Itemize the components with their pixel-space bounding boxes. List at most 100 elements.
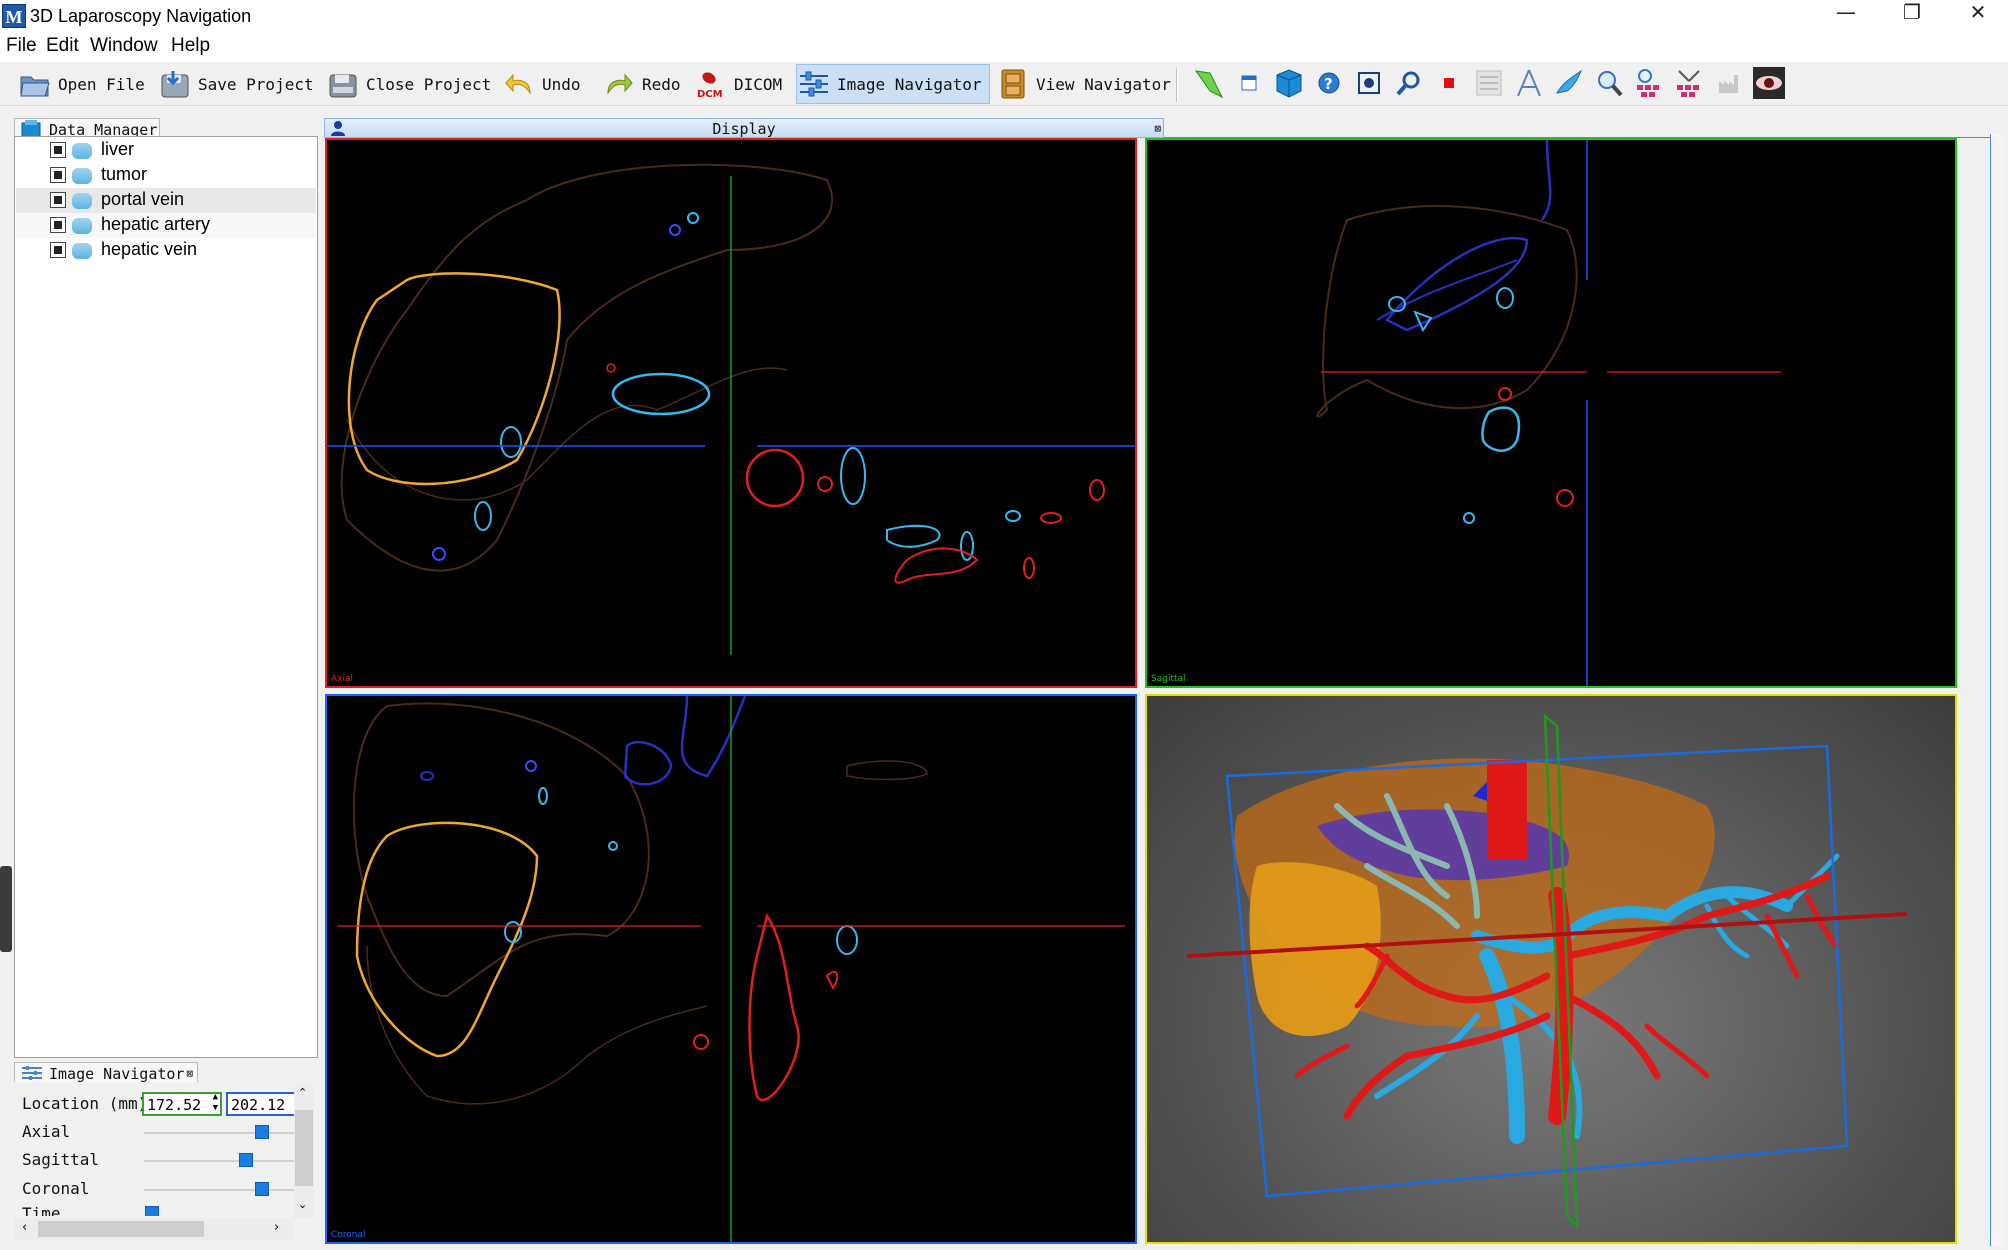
help-icon[interactable]: ? xyxy=(1312,66,1346,100)
redo-label: Redo xyxy=(642,74,681,94)
svg-text:DCM: DCM xyxy=(697,89,723,99)
film-camera-icon[interactable] xyxy=(1352,66,1386,100)
visibility-checkbox[interactable] xyxy=(50,167,66,183)
grid-tools-icon[interactable] xyxy=(1672,66,1706,100)
tree-item-label: tumor xyxy=(101,164,148,184)
hscroll-thumb[interactable] xyxy=(38,1221,204,1237)
image-navigator-button[interactable]: Image Navigator xyxy=(796,64,990,104)
tree-item-portal-vein[interactable]: portal vein xyxy=(16,188,316,213)
coronal-slider-track[interactable] xyxy=(144,1189,304,1191)
vertical-scrollbar[interactable]: ⌃ ⌄ xyxy=(294,1084,314,1218)
logging-icon[interactable] xyxy=(1472,66,1506,100)
menu-help[interactable]: Help xyxy=(171,35,210,57)
visibility-checkbox[interactable] xyxy=(50,192,66,208)
scroll-up-icon[interactable]: ⌃ xyxy=(298,1086,307,1099)
horizontal-scrollbar[interactable]: ‹ › xyxy=(14,1218,294,1240)
app-logo-icon: M xyxy=(2,4,26,28)
data-tree: liver tumor portal vein hepatic artery h… xyxy=(14,136,318,1058)
view-navigator-button[interactable]: View Navigator xyxy=(996,64,1171,104)
close-project-button[interactable]: Close Project xyxy=(326,64,491,104)
redo-button[interactable]: Redo xyxy=(602,64,681,104)
scrollbar-thumb[interactable] xyxy=(295,1110,313,1186)
tree-item-hepatic-artery[interactable]: hepatic artery xyxy=(16,213,316,238)
display-title-bar: Display ⊠ xyxy=(324,118,1164,138)
svg-text:?: ? xyxy=(1324,75,1333,93)
tree-item-liver[interactable]: liver xyxy=(16,138,316,163)
tree-item-label: portal vein xyxy=(101,189,185,209)
axial-slider-track[interactable] xyxy=(144,1132,304,1134)
restore-button[interactable]: ❐ xyxy=(1880,0,1944,32)
scroll-left-icon[interactable]: ‹ xyxy=(22,1220,27,1235)
mesh-node-icon xyxy=(72,218,92,234)
undo-button[interactable]: Undo xyxy=(502,64,581,104)
visibility-checkbox[interactable] xyxy=(50,242,66,258)
save-project-label: Save Project xyxy=(198,74,314,94)
bird-tool-icon[interactable] xyxy=(1552,66,1586,100)
data-manager-tab[interactable]: Data Manager xyxy=(14,118,160,139)
tree-item-label: liver xyxy=(101,139,135,159)
close-button[interactable]: ✕ xyxy=(1946,0,2008,32)
scroll-right-icon[interactable]: › xyxy=(274,1220,279,1235)
image-navigator-tab[interactable]: Image Navigator ⊠ xyxy=(14,1062,198,1085)
magnifier-icon[interactable] xyxy=(1592,66,1626,100)
menu-window[interactable]: Window xyxy=(90,35,158,57)
sagittal-view[interactable]: Sagittal xyxy=(1145,138,1957,688)
mesh-node-icon xyxy=(72,243,92,259)
tree-item-tumor[interactable]: tumor xyxy=(16,163,316,188)
open-file-label: Open File xyxy=(58,74,145,94)
title-bar: M 3D Laparoscopy Navigation — ❐ ✕ xyxy=(0,0,2008,32)
mesh-node-icon xyxy=(72,143,92,159)
tree-item-hepatic-vein[interactable]: hepatic vein xyxy=(16,238,316,263)
display-title: Display xyxy=(712,120,776,138)
menu-file[interactable]: File xyxy=(6,35,37,57)
location-x-input[interactable]: 172.52 ▲ ▼ xyxy=(142,1092,222,1116)
time-row-clip: Time xyxy=(14,1204,304,1216)
menu-edit[interactable]: Edit xyxy=(46,35,79,57)
time-label: Time xyxy=(22,1204,61,1216)
zoom-icon[interactable] xyxy=(1392,66,1426,100)
factory-icon[interactable] xyxy=(1712,66,1746,100)
open-file-button[interactable]: Open File xyxy=(18,64,145,104)
coronal-label: Coronal xyxy=(22,1179,90,1198)
sagittal-slider-thumb[interactable] xyxy=(239,1153,254,1167)
stop-icon[interactable] xyxy=(1432,66,1466,100)
axial-view[interactable]: Axial xyxy=(325,138,1137,688)
close-tab-icon[interactable]: ⊠ xyxy=(1154,119,1161,139)
save-project-button[interactable]: Save Project xyxy=(158,64,314,104)
cabinet-icon xyxy=(996,67,1030,101)
coronal-view[interactable]: Coronal xyxy=(325,694,1137,1244)
axial-view-label: Axial xyxy=(331,674,353,684)
view-navigator-label: View Navigator xyxy=(1036,74,1171,94)
volume-cube-icon[interactable] xyxy=(1272,66,1306,100)
dicom-button[interactable]: DCM DICOM xyxy=(694,64,782,104)
visibility-checkbox[interactable] xyxy=(50,142,66,158)
measure-angle-icon[interactable] xyxy=(1512,66,1546,100)
redo-arrow-icon xyxy=(602,67,636,101)
grid-zoom-icon[interactable] xyxy=(1632,66,1666,100)
sagittal-view-label: Sagittal xyxy=(1151,674,1186,684)
mesh-node-icon xyxy=(72,193,92,209)
visibility-checkbox[interactable] xyxy=(50,217,66,233)
surface-tool-icon[interactable] xyxy=(1192,66,1226,100)
save-disk-icon xyxy=(158,67,192,101)
spin-arrows-icon[interactable]: ▲ ▼ xyxy=(213,1092,218,1114)
dicom-icon: DCM xyxy=(694,67,728,101)
axial-slice-canvas xyxy=(327,163,1135,655)
undo-label: Undo xyxy=(542,74,581,94)
render-3d-view[interactable] xyxy=(1145,694,1957,1244)
window-title: 3D Laparoscopy Navigation xyxy=(30,6,252,26)
sagittal-slider-track[interactable] xyxy=(144,1160,304,1162)
eye-view-icon[interactable] xyxy=(1752,66,1786,100)
sliders-icon xyxy=(797,67,831,101)
time-slider-thumb[interactable] xyxy=(145,1206,159,1216)
close-tab-icon[interactable]: ⊠ xyxy=(186,1063,193,1085)
calendar-tool-icon[interactable] xyxy=(1232,66,1266,100)
side-dock-handle[interactable] xyxy=(0,866,12,952)
minimize-button[interactable]: — xyxy=(1814,0,1878,32)
display-person-icon xyxy=(329,120,347,136)
mesh-node-icon xyxy=(72,168,92,184)
coronal-slider-thumb[interactable] xyxy=(255,1182,270,1196)
scroll-down-icon[interactable]: ⌄ xyxy=(298,1198,307,1211)
dicom-label: DICOM xyxy=(734,74,783,94)
axial-slider-thumb[interactable] xyxy=(255,1125,270,1139)
